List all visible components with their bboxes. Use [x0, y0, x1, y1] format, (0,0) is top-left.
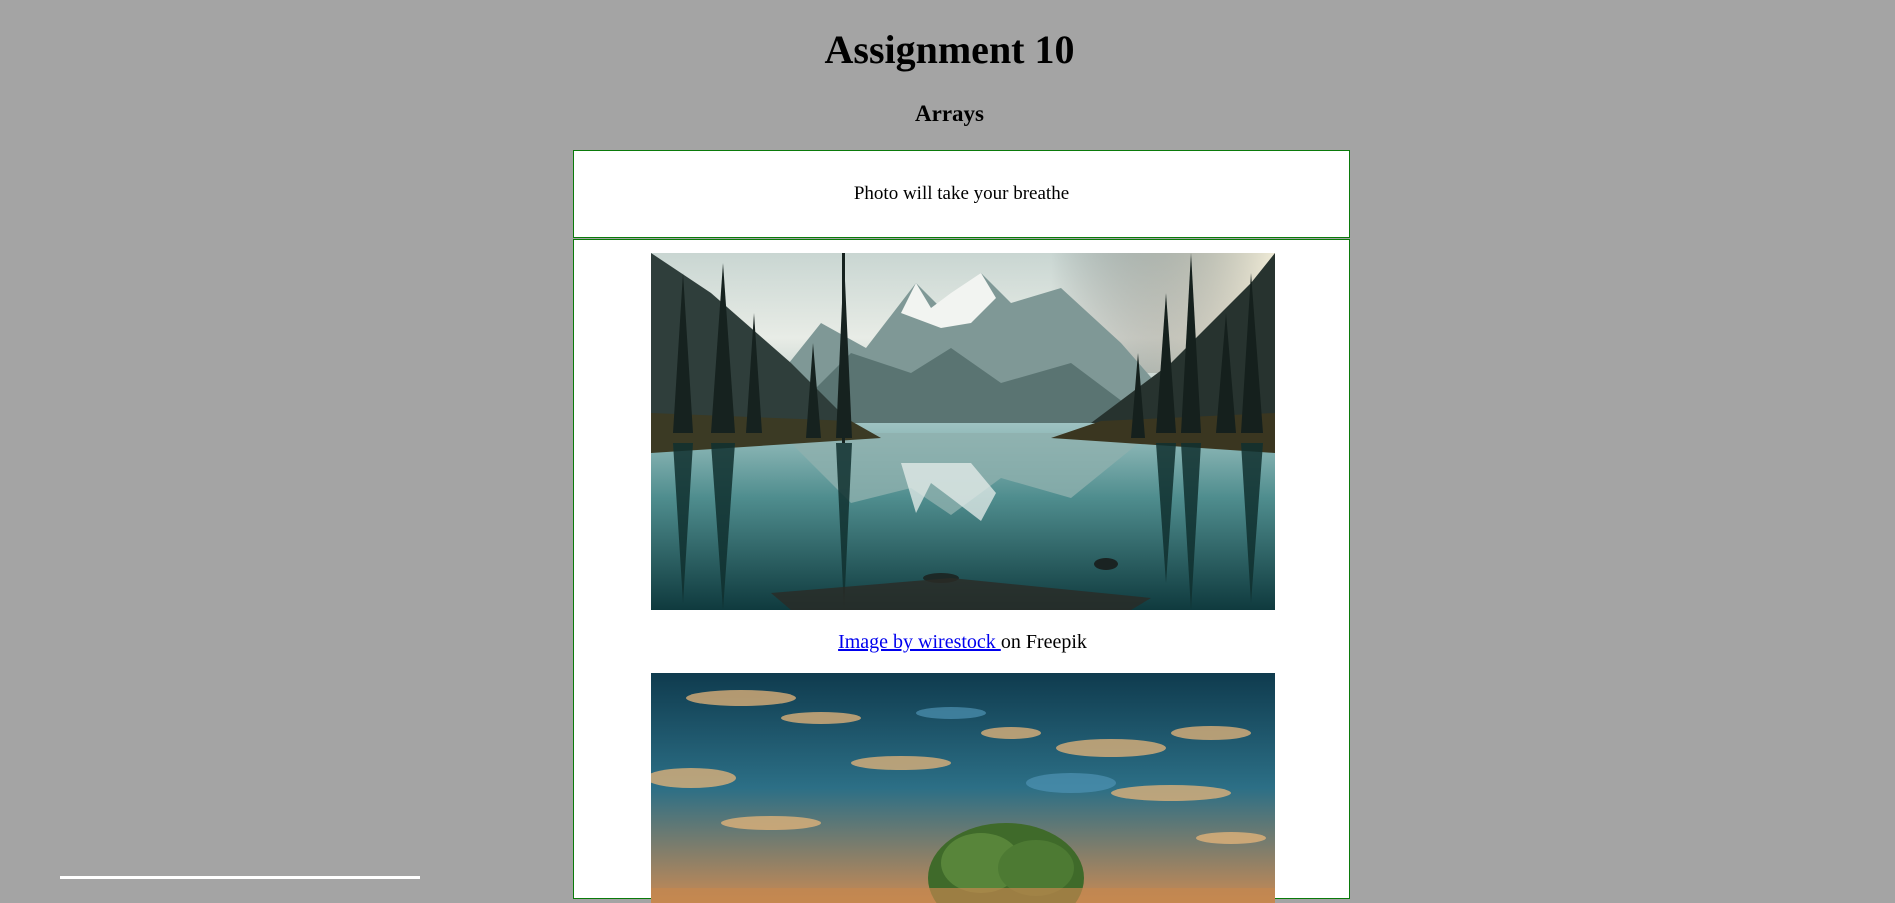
photo-caption: Image by wirestock on Freepik	[574, 630, 1351, 654]
page-title: Assignment 10	[824, 27, 1075, 72]
page-subtitle: Arrays	[915, 101, 984, 126]
mountain-lake-reflection-image	[651, 253, 1275, 610]
image-credit-link[interactable]: Image by wirestock	[838, 631, 1001, 653]
intro-box: Photo will take your breathe	[573, 150, 1350, 238]
sunset-tree-sky-image	[651, 673, 1275, 903]
intro-text: Photo will take your breathe	[853, 183, 1070, 204]
gallery-container: Image by wirestock on Freepik	[573, 239, 1351, 903]
caption-suffix: on Freepik	[1000, 631, 1087, 653]
